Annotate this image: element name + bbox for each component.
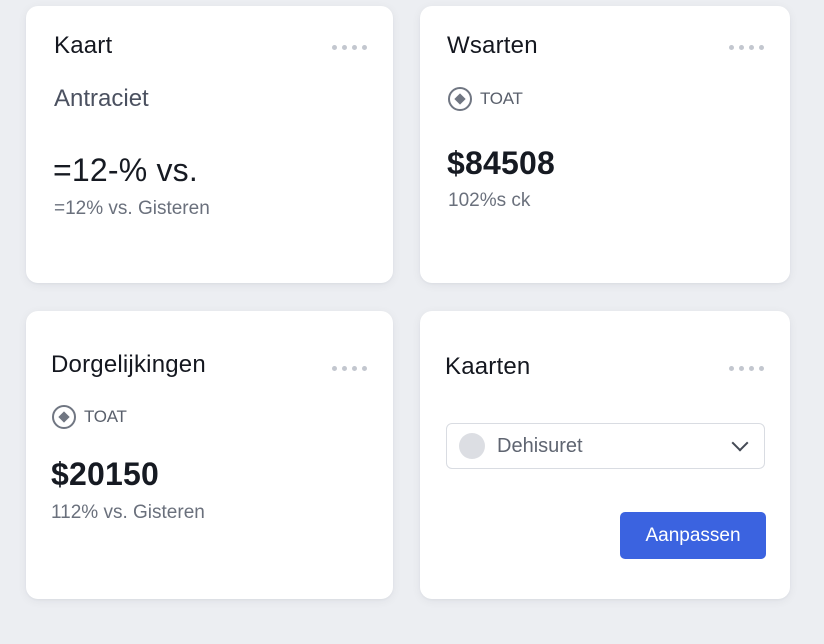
card-title: Dorgelijkingen <box>51 351 206 378</box>
more-dots-icon[interactable] <box>332 366 367 371</box>
select-avatar <box>459 433 485 459</box>
card-subtitle: Antraciet <box>54 85 149 112</box>
plus-circle-icon <box>52 405 76 429</box>
kaarten-card: Kaarten Dehisuret Aanpassen <box>420 311 790 599</box>
card-caption: =12% vs. Gisteren <box>54 198 210 219</box>
select-value: Dehisuret <box>497 434 583 457</box>
card-title: Kaart <box>54 32 113 59</box>
card-select[interactable]: Dehisuret <box>446 423 765 469</box>
chevron-down-icon <box>731 434 749 452</box>
tag-label: TOAT <box>480 89 523 108</box>
card-caption: 102%s ck <box>448 190 531 211</box>
tag-label: TOAT <box>84 407 127 426</box>
more-dots-icon[interactable] <box>729 45 764 50</box>
status-tag: TOAT <box>448 87 523 111</box>
card-value: $20150 <box>51 456 159 492</box>
card-value: =12-% vs. <box>53 152 198 188</box>
aanpassen-button[interactable]: Aanpassen <box>620 512 766 559</box>
kaart-card: Kaart Antraciet =12-% vs. =12% vs. Giste… <box>26 6 393 283</box>
card-value: $84508 <box>447 145 555 181</box>
card-title: Kaarten <box>445 353 531 380</box>
more-dots-icon[interactable] <box>729 366 764 371</box>
dorgelijkingen-card: Dorgelijkingen TOAT $20150 112% vs. Gist… <box>26 311 393 599</box>
status-tag: TOAT <box>52 405 127 429</box>
card-title: Wsarten <box>447 32 538 59</box>
more-dots-icon[interactable] <box>332 45 367 50</box>
waarden-card: Wsarten TOAT $84508 102%s ck <box>420 6 790 283</box>
plus-circle-icon <box>448 87 472 111</box>
card-caption: 112% vs. Gisteren <box>51 502 205 523</box>
